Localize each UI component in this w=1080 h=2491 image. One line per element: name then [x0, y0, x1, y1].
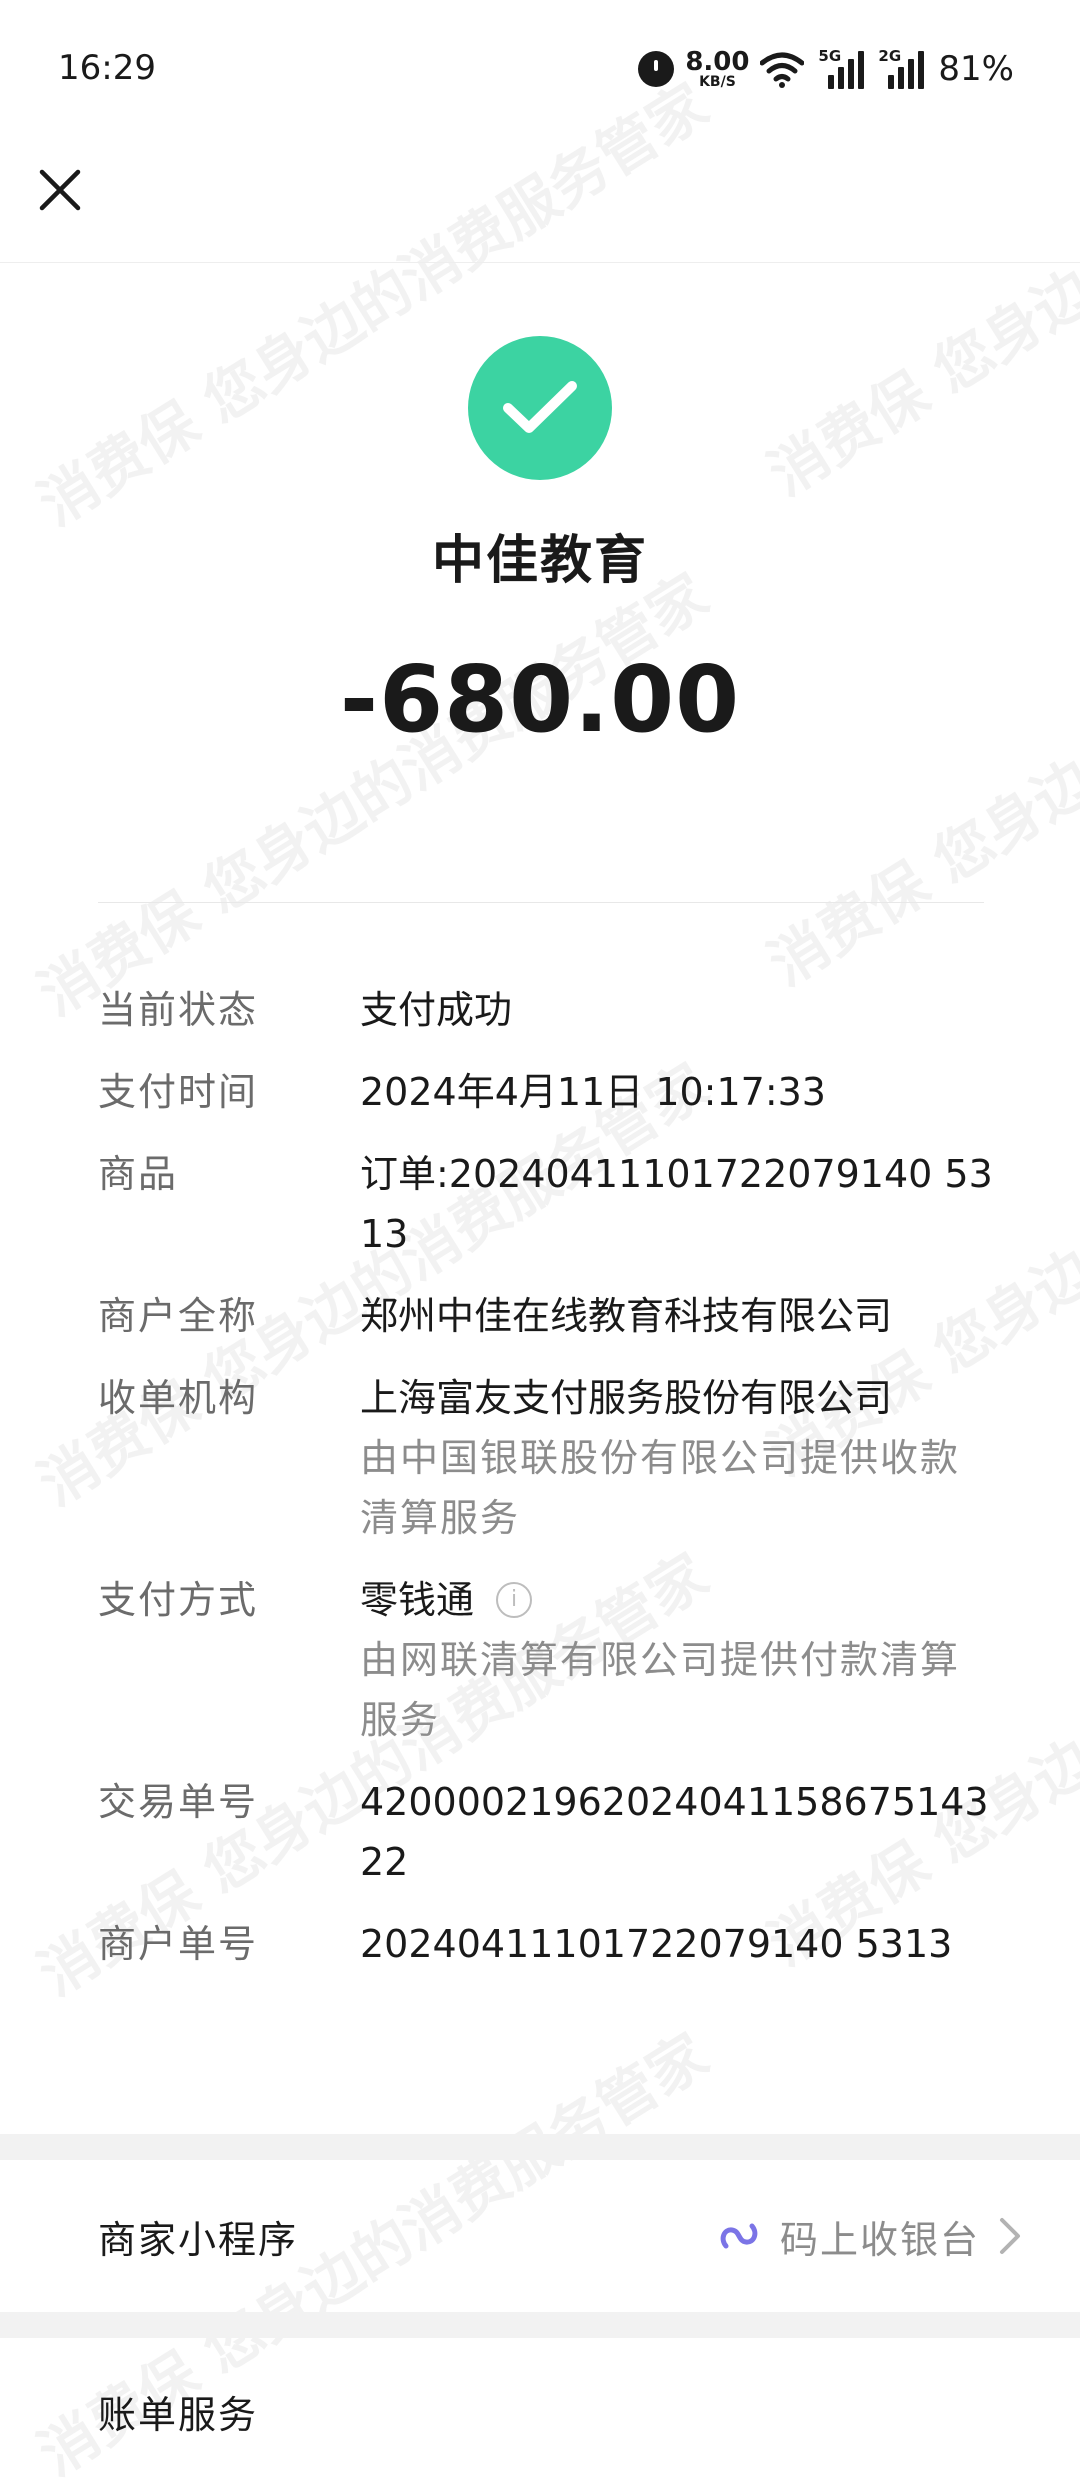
close-icon[interactable]	[36, 166, 84, 214]
detail-row-goods: 商品 订单:20240411101722079140 5313	[98, 1144, 998, 1264]
merchant-order-value[interactable]: 20240411101722079140 5313	[360, 1914, 998, 1974]
chevron-right-icon	[1000, 2218, 1020, 2254]
network-speed-unit: KB/S	[699, 74, 736, 90]
payment-details: 当前状态 支付成功 支付时间 2024年4月11日 10:17:33 商品 订单…	[98, 980, 998, 1996]
status-value: 支付成功	[360, 988, 513, 1032]
goods-value: 订单:20240411101722079140 5313	[360, 1152, 993, 1256]
watermark: 消费保 您身边的消费服务管家	[26, 70, 720, 539]
detail-row-merchant-full: 商户全称 郑州中佳在线教育科技有限公司	[98, 1286, 998, 1346]
signal-5g-label: 5G	[818, 47, 842, 65]
method-label: 支付方式	[98, 1578, 259, 1622]
mini-program-title: 商家小程序	[98, 2217, 299, 2262]
amount-divider	[98, 902, 984, 903]
watermark: 消费保 您身边的消费服务管家	[756, 40, 1080, 509]
method-note: 由网联清算有限公司提供付款清算服务	[360, 1638, 961, 1742]
status-label: 当前状态	[98, 988, 259, 1032]
status-time: 16:29	[58, 48, 156, 88]
mini-program-link-label: 码上收银台	[779, 2217, 980, 2262]
merchant-full-value: 郑州中佳在线教育科技有限公司	[360, 1294, 893, 1338]
status-icons: 8.00 KB/S 5G 2G 81%	[638, 44, 1014, 94]
mini-program-link-icon	[720, 2223, 758, 2249]
alarm-icon	[638, 51, 675, 87]
merchant-name: 中佳教育	[431, 531, 648, 591]
signal-5g-icon: 5G	[818, 47, 865, 89]
header-divider	[0, 262, 1080, 263]
merchant-order-label: 商户单号	[98, 1922, 259, 1966]
wifi-icon	[760, 52, 805, 88]
network-speed: 8.00 KB/S	[685, 46, 750, 92]
transaction-id-label: 交易单号	[98, 1780, 259, 1824]
acquirer-note: 由中国银联股份有限公司提供收款清算服务	[360, 1436, 961, 1540]
time-label: 支付时间	[98, 1070, 259, 1114]
method-value: 零钱通	[360, 1578, 475, 1622]
info-icon[interactable]: i	[496, 1581, 533, 1618]
signal-2g-icon: 2G	[878, 47, 925, 89]
detail-row-method: 支付方式 零钱通 i 由网联清算有限公司提供付款清算服务	[98, 1570, 998, 1750]
detail-row-merchant-order: 商户单号 20240411101722079140 5313	[98, 1914, 998, 1974]
detail-row-status: 当前状态 支付成功	[98, 980, 998, 1040]
section-separator	[0, 2134, 1080, 2160]
acquirer-value: 上海富友支付服务股份有限公司	[360, 1376, 893, 1420]
battery-level: 81%	[938, 49, 1014, 89]
success-check-icon	[468, 336, 612, 480]
acquirer-label: 收单机构	[98, 1376, 259, 1420]
close-button[interactable]	[30, 160, 90, 220]
detail-row-acquirer: 收单机构 上海富友支付服务股份有限公司 由中国银联股份有限公司提供收款清算服务	[98, 1368, 998, 1548]
signal-2g-label: 2G	[878, 47, 902, 65]
detail-row-transaction-id: 交易单号 4200002196202404115867514322	[98, 1772, 998, 1892]
merchant-full-label: 商户全称	[98, 1294, 259, 1338]
watermark: 消费保 您身边的消费服务管家	[26, 560, 720, 1029]
transaction-id-value[interactable]: 4200002196202404115867514322	[360, 1772, 998, 1892]
payment-amount: -680.00	[339, 646, 741, 753]
section-separator	[0, 2312, 1080, 2338]
detail-row-time: 支付时间 2024年4月11日 10:17:33	[98, 1062, 998, 1122]
goods-label: 商品	[98, 1152, 179, 1196]
time-value: 2024年4月11日 10:17:33	[360, 1070, 826, 1114]
network-speed-value: 8.00	[685, 47, 750, 77]
merchant-mini-program-row[interactable]: 商家小程序 码上收银台	[0, 2160, 1080, 2312]
